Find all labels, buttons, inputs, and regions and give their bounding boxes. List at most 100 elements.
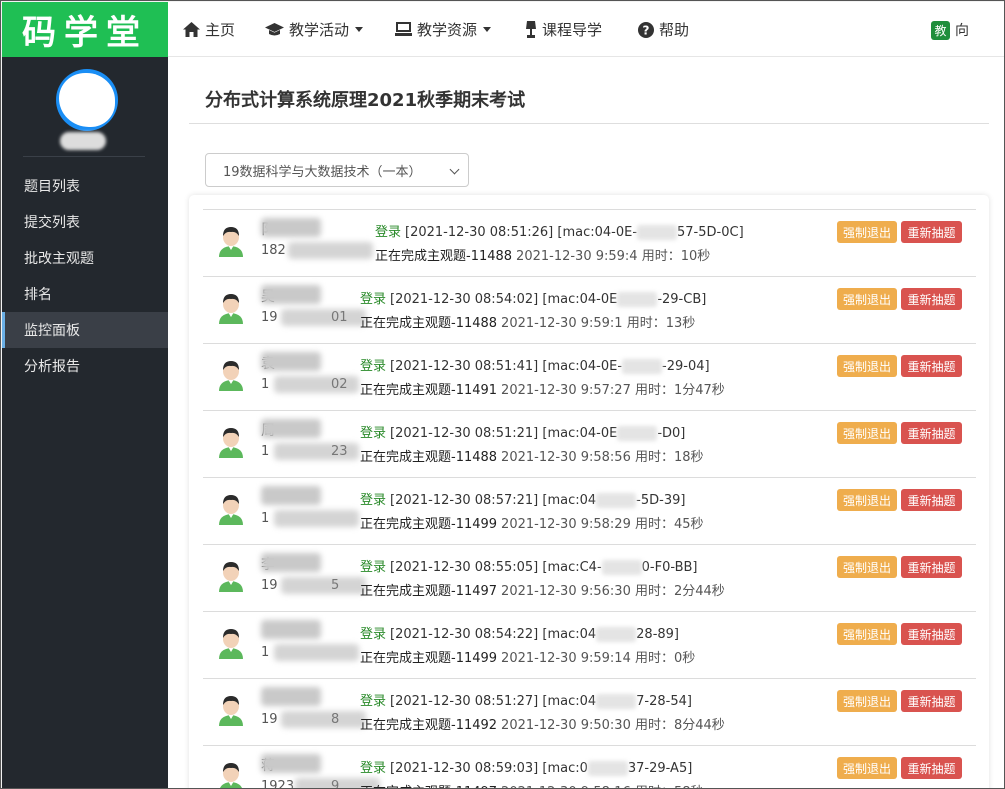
student-id-prefix: 19 — [261, 712, 278, 727]
student-id-suffix: 02 — [331, 377, 348, 392]
login-time: [2021-12-30 08:54:02] — [390, 292, 539, 307]
force-logout-button[interactable]: 强制退出 — [837, 690, 897, 712]
redraw-question-button[interactable]: 重新抽题 — [901, 556, 962, 578]
redraw-question-button[interactable]: 重新抽题 — [901, 623, 962, 645]
sidebar-item-monitor-panel[interactable]: 监控面板 — [2, 312, 168, 348]
redraw-question-button[interactable]: 重新抽题 — [901, 288, 962, 310]
student-avatar-icon — [217, 560, 245, 592]
redraw-question-button[interactable]: 重新抽题 — [901, 690, 962, 712]
student-id-suffix: 8 — [331, 712, 340, 727]
sidebar-item-submission-list[interactable]: 提交列表 — [2, 204, 168, 240]
redraw-question-button[interactable]: 重新抽题 — [901, 355, 962, 377]
nav-home[interactable]: 主页 — [183, 2, 235, 57]
student-id-redacted — [281, 711, 366, 728]
current-task: 正在完成主观题-11497 — [360, 584, 498, 599]
student-id-redacted — [274, 510, 359, 527]
login-label: 登录 — [360, 426, 387, 441]
mac-prefix: [mac:C4- — [542, 560, 602, 575]
student-id-prefix: 19 — [261, 310, 278, 325]
monitor-panel: 阝182登录[2021-12-30 08:51:26] [mac:04-0E-5… — [189, 195, 989, 788]
login-info: 登录 [2021-12-30 08:55:05] [mac:C4- 0-F0-BB] — [360, 556, 698, 575]
force-logout-button[interactable]: 强制退出 — [837, 489, 897, 511]
chevron-down-icon — [449, 164, 460, 175]
login-time: [2021-12-30 08:51:26] — [405, 225, 554, 240]
sidebar-item-ranking[interactable]: 排名 — [2, 276, 168, 312]
sidebar-item-analysis-report[interactable]: 分析报告 — [2, 348, 168, 384]
student-avatar-icon — [217, 426, 245, 458]
mac-redacted — [601, 560, 642, 575]
student-id-suffix: 01 — [331, 310, 348, 325]
progress-info: 正在完成主观题-11488 2021-12-30 9:59:4 用时：10秒 — [375, 245, 710, 264]
student-avatar-icon — [217, 292, 245, 324]
class-select-value: 19数据科学与大数据技术（一本） — [223, 164, 422, 180]
login-time: [2021-12-30 08:51:27] — [390, 694, 539, 709]
lamp-icon — [526, 21, 536, 38]
student-avatar-icon — [217, 761, 245, 788]
sidebar-item-problem-list[interactable]: 题目列表 — [2, 168, 168, 204]
mac-suffix: -D0] — [657, 426, 686, 441]
student-name-redacted — [261, 486, 321, 505]
redraw-question-button[interactable]: 重新抽题 — [901, 757, 962, 779]
sidebar-item-grade-subjective[interactable]: 批改主观题 — [2, 240, 168, 276]
mac-redacted — [617, 292, 658, 307]
current-task: 正在完成主观题-11488 — [360, 450, 498, 465]
force-logout-button[interactable]: 强制退出 — [837, 623, 897, 645]
redraw-question-button[interactable]: 重新抽题 — [901, 221, 962, 243]
force-logout-button[interactable]: 强制退出 — [837, 422, 897, 444]
nav-teaching-activities-label: 教学活动 — [289, 21, 350, 39]
site-logo[interactable]: 码学堂 — [2, 2, 168, 57]
sidebar-divider — [23, 156, 145, 157]
student-id-suffix: 5 — [331, 578, 340, 593]
force-logout-button[interactable]: 强制退出 — [837, 288, 897, 310]
login-time: [2021-12-30 08:57:21] — [390, 493, 539, 508]
nav-teaching-resources[interactable]: 教学资源 — [395, 2, 492, 57]
class-select[interactable]: 19数据科学与大数据技术（一本） — [205, 153, 469, 187]
progress-info: 正在完成主观题-11492 2021-12-30 9:50:30 用时：8分44秒 — [360, 714, 725, 733]
login-time: [2021-12-30 08:54:22] — [390, 627, 539, 642]
progress-info: 正在完成主观题-11499 2021-12-30 9:58:29 用时：45秒 — [360, 513, 704, 532]
user-menu[interactable]: 向 — [955, 20, 995, 40]
task-meta: 2021-12-30 9:59:4 用时：10秒 — [516, 249, 711, 264]
app-window: 码学堂 主页 教学活动 教学资源 课程导学 ? 帮助 教 向 题目列表 提交列表… — [0, 0, 1005, 789]
force-logout-button[interactable]: 强制退出 — [837, 556, 897, 578]
student-row: 吴1901登录[2021-12-30 08:54:02] [mac:04-0E-… — [203, 276, 976, 343]
login-info: 登录 [2021-12-30 08:51:21] [mac:04-0E -D0] — [360, 422, 685, 441]
force-logout-button[interactable]: 强制退出 — [837, 757, 897, 779]
login-label: 登录 — [360, 761, 387, 776]
login-label: 登录 — [360, 292, 387, 307]
student-id-prefix: 1 — [261, 444, 270, 459]
login-time: [2021-12-30 08:51:21] — [390, 426, 539, 441]
nav-help[interactable]: ? 帮助 — [638, 2, 689, 57]
mac-suffix: -29-CB] — [657, 292, 707, 307]
login-label: 登录 — [360, 560, 387, 575]
mac-suffix: 0-F0-BB] — [641, 560, 698, 575]
user-avatar[interactable] — [56, 69, 118, 131]
top-navbar: 主页 教学活动 教学资源 课程导学 ? 帮助 教 向 — [168, 2, 1004, 57]
progress-info: 正在完成主观题-11491 2021-12-30 9:57:27 用时：1分47秒 — [360, 379, 725, 398]
mac-prefix: [mac:04-0E — [542, 426, 618, 441]
student-row: 袁102登录[2021-12-30 08:51:41] [mac:04-0E--… — [203, 343, 976, 410]
task-meta: 2021-12-30 9:58:56 用时：18秒 — [501, 450, 704, 465]
force-logout-button[interactable]: 强制退出 — [837, 355, 897, 377]
task-meta: 2021-12-30 9:50:30 用时：8分44秒 — [501, 718, 725, 733]
task-meta: 2021-12-30 9:59:14 用时：0秒 — [501, 651, 696, 666]
mac-redacted — [637, 225, 678, 240]
mac-prefix: [mac:04-0E- — [557, 225, 638, 240]
student-id-prefix: 1 — [261, 377, 270, 392]
student-avatar-icon — [217, 627, 245, 659]
role-badge: 教 — [931, 21, 950, 40]
nav-course-guide[interactable]: 课程导学 — [525, 2, 602, 57]
student-avatar-icon — [217, 493, 245, 525]
student-avatar-icon — [217, 694, 245, 726]
student-row: 阝182登录[2021-12-30 08:51:26] [mac:04-0E-5… — [203, 209, 976, 276]
task-meta: 2021-12-30 9:57:27 用时：1分47秒 — [501, 383, 725, 398]
nav-teaching-resources-label: 教学资源 — [417, 21, 478, 39]
force-logout-button[interactable]: 强制退出 — [837, 221, 897, 243]
progress-info: 正在完成主观题-11499 2021-12-30 9:59:14 用时：0秒 — [360, 647, 695, 666]
login-info: 登录 [2021-12-30 08:54:02] [mac:04-0E -29-CB… — [360, 288, 706, 307]
redraw-question-button[interactable]: 重新抽题 — [901, 422, 962, 444]
nav-teaching-activities[interactable]: 教学活动 — [265, 2, 364, 57]
mac-redacted — [596, 627, 637, 642]
student-row: 1 登录 [2021-12-30 08:57:21] [mac:04 -5D-39] 正… — [203, 477, 976, 544]
redraw-question-button[interactable]: 重新抽题 — [901, 489, 962, 511]
